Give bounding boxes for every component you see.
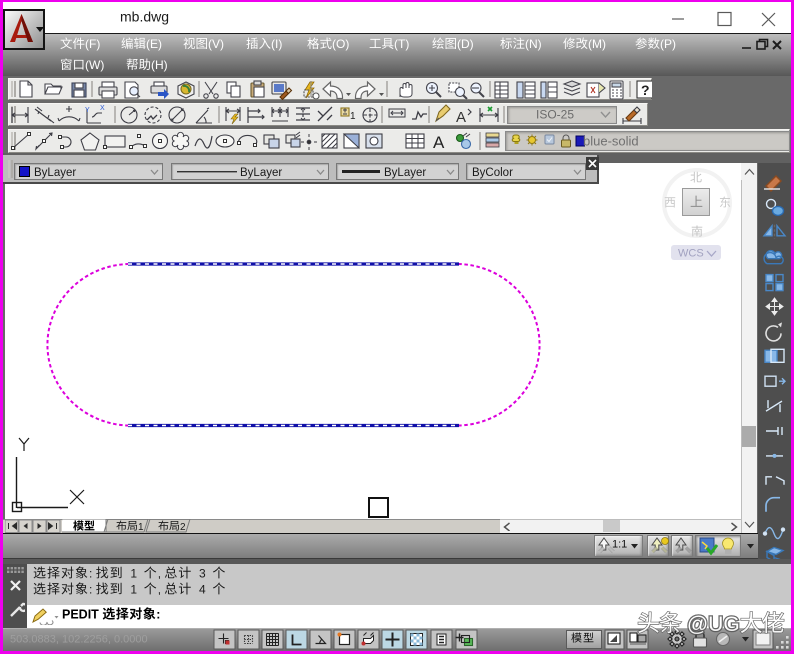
svg-text:A: A [433,133,445,152]
svg-text:1: 1 [138,522,144,533]
svg-text:1: 1 [124,582,144,596]
svg-text:(O): (O) [332,37,349,51]
svg-text::: : [89,566,96,580]
svg-text:(F): (F) [85,37,100,51]
svg-text:(H): (H) [151,58,168,72]
svg-text::: : [89,582,96,596]
svg-text::: : [156,607,160,621]
svg-text:(D): (D) [457,37,474,51]
svg-text:A: A [456,109,466,126]
svg-text:blue-solid: blue-solid [583,133,639,148]
svg-text:1: 1 [350,111,356,122]
svg-text:(I): (I) [271,37,282,51]
svg-text:X: X [100,105,105,112]
svg-text:@UG: @UG [681,613,740,636]
svg-text:WCS: WCS [678,248,704,260]
svg-text:3: 3 [192,566,212,580]
svg-text:(M): (M) [588,37,606,51]
svg-text:(P): (P) [660,37,676,51]
svg-text:Y: Y [85,107,90,114]
svg-text:(T): (T) [394,37,409,51]
svg-text:?: ? [641,82,650,98]
svg-text:2: 2 [180,522,186,533]
svg-text:(N): (N) [525,37,542,51]
svg-text:PEDIT: PEDIT [62,607,102,621]
svg-text:,: , [158,582,165,596]
svg-text:(V): (V) [208,37,224,51]
svg-text:(W): (W) [85,58,104,72]
svg-text:ISO-25: ISO-25 [536,108,574,122]
svg-text:4: 4 [192,582,212,596]
svg-text:1: 1 [124,566,144,580]
svg-text:mb.dwg: mb.dwg [120,8,169,24]
svg-text:(E): (E) [146,37,162,51]
svg-text:1:1: 1:1 [612,539,627,551]
svg-text:,: , [158,566,165,580]
